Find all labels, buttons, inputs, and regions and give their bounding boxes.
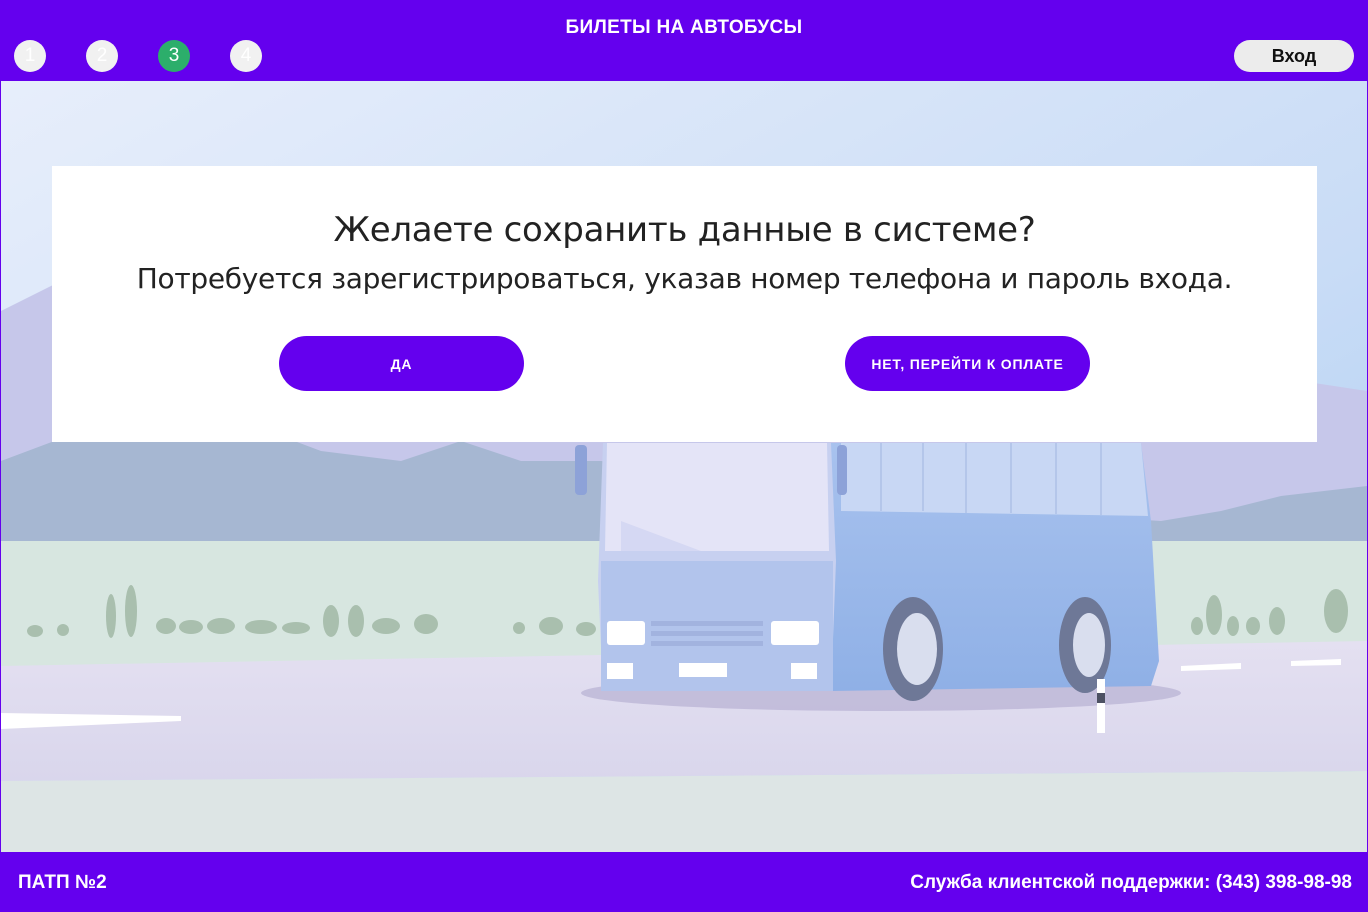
dialog-message: Потребуется зарегистрироваться, указав н… <box>136 262 1233 295</box>
step-3-active[interactable]: 3 <box>158 40 190 72</box>
app-title: БИЛЕТЫ НА АВТОБУСЫ <box>565 17 803 38</box>
company-name: ПАТП №2 <box>18 872 107 893</box>
save-data-dialog: Желаете сохранить данные в системе? Потр… <box>52 166 1317 442</box>
no-proceed-to-payment-button[interactable]: НЕТ, ПЕРЕЙТИ К ОПЛАТЕ <box>845 336 1090 391</box>
bus-graphic <box>575 443 1181 711</box>
yes-button[interactable]: ДА <box>279 336 524 391</box>
login-button[interactable]: Вход <box>1234 40 1354 72</box>
app-footer: ПАТП №2 Служба клиентской поддержки: (34… <box>0 852 1368 912</box>
app-header: БИЛЕТЫ НА АВТОБУСЫ 1 2 3 4 Вход <box>0 0 1368 81</box>
dialog-title: Желаете сохранить данные в системе? <box>333 210 1036 250</box>
support-phone: Служба клиентской поддержки: (343) 398-9… <box>910 872 1352 893</box>
step-1[interactable]: 1 <box>14 40 46 72</box>
step-4[interactable]: 4 <box>230 40 262 72</box>
step-2[interactable]: 2 <box>86 40 118 72</box>
